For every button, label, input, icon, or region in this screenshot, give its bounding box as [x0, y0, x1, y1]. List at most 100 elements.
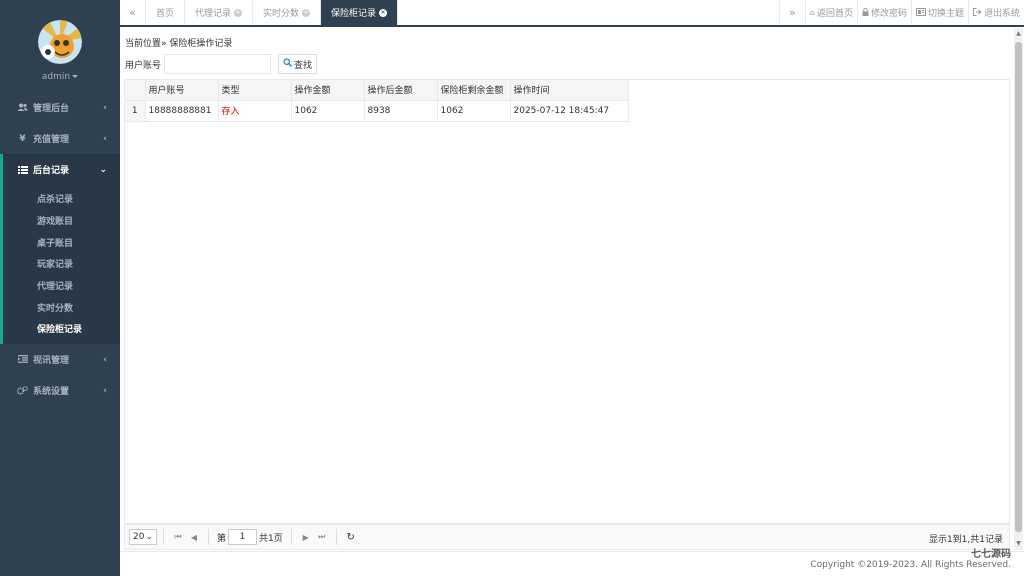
prev-page-icon: ◀ [190, 532, 198, 542]
avatar[interactable] [38, 20, 82, 64]
menu-label: 充值管理 [33, 135, 70, 145]
page-prefix: 第 [217, 533, 227, 544]
home-icon: ⌂ [809, 8, 815, 17]
tab-label: 实时分数 [263, 9, 300, 19]
page-number-input[interactable]: 1 [228, 529, 258, 545]
watermark-logo: 七七源码 [971, 549, 1011, 560]
submenu-item-agent-records[interactable]: 代理记录 [3, 275, 120, 297]
sidebar: admin 管理后台 ‹ ¥ 充值管理 ‹ 后台记录 ⌄ 点杀记录 游戏账目 桌… [0, 0, 120, 576]
chevron-left-icon: ‹ [103, 103, 107, 113]
menu-backend-records[interactable]: 后台记录 ⌄ [0, 154, 120, 185]
column-header-remaining[interactable]: 保险柜剩余金额 [437, 80, 511, 101]
sign-out-icon [972, 7, 982, 18]
search-row: 用户账号 查找 [125, 54, 318, 74]
copyright: Copyright ©2019-2023. All Rights Reserve… [810, 560, 1011, 570]
column-header-time[interactable]: 操作时间 [510, 80, 629, 101]
menu-label: 视讯管理 [33, 355, 70, 366]
logout-button[interactable]: 退出系统 [967, 0, 1024, 25]
last-page-button[interactable]: ⏭ [314, 529, 330, 545]
column-header-amount[interactable]: 操作金额 [291, 80, 365, 101]
tool-label: 退出系统 [983, 9, 1020, 19]
close-icon[interactable]: ✕ [379, 8, 388, 17]
records-grid: 用户账号 类型 操作金额 操作后金额 保险柜剩余金额 操作时间 1 188888… [124, 79, 1010, 524]
row-number-header [125, 80, 146, 101]
tool-label: 修改密码 [870, 9, 907, 19]
prev-page-button[interactable]: ◀ [186, 529, 202, 545]
tab-home[interactable]: 首页 [146, 0, 186, 25]
close-icon[interactable]: ✕ [302, 8, 311, 17]
gears-icon [17, 385, 28, 395]
menu-system-settings[interactable]: 系统设置 ‹ [0, 375, 120, 406]
main-content: 当前位置» 保险柜操作记录 用户账号 查找 用户账号 类型 操作金额 操作后金额… [120, 27, 1014, 551]
chevron-left-icon: ‹ [103, 354, 107, 365]
refresh-button[interactable]: ↻ [343, 529, 359, 545]
account-search-input[interactable] [164, 54, 272, 74]
next-page-button[interactable]: ▶ [298, 529, 314, 545]
back-home-button[interactable]: ⌂ 返回首页 [804, 0, 857, 25]
menu-label: 管理后台 [33, 104, 70, 114]
first-page-button[interactable]: ⏮ [170, 529, 186, 545]
submenu-item-game-accounts[interactable]: 游戏账目 [3, 210, 120, 232]
scrollbar-thumb[interactable] [1015, 42, 1022, 532]
divider [290, 529, 292, 545]
submenu-item-realtime-score[interactable]: 实时分数 [3, 296, 120, 318]
page-total: 共1页 [259, 533, 283, 544]
cell-time: 2025-07-12 18:45:47 [510, 100, 629, 122]
admin-username: admin [41, 72, 71, 82]
menu-label: 系统设置 [33, 386, 70, 397]
pagination-bar: 20 ⌄ ⏮ ◀ 第 1 共1页 ▶ ⏭ ↻ 显示1到1,共1记录 [124, 524, 1010, 550]
switch-theme-button[interactable]: 切换主题 [910, 0, 968, 25]
chevron-left-icon: ‹ [103, 385, 107, 396]
search-button-label: 查找 [294, 60, 313, 71]
tab-realtime-score[interactable]: 实时分数 ✕ [253, 0, 322, 25]
tool-label: 返回首页 [816, 9, 853, 19]
divider [163, 529, 164, 545]
table-row[interactable]: 1 18888888881 存入 1062 8938 1062 2025-07-… [125, 100, 629, 122]
cell-remaining: 1062 [437, 100, 511, 122]
search-label: 用户账号 [125, 60, 162, 71]
column-header-type[interactable]: 类型 [218, 80, 292, 101]
menu-label: 后台记录 [33, 166, 70, 176]
theme-icon [915, 7, 926, 18]
submenu-item-kill-records[interactable]: 点杀记录 [3, 188, 120, 210]
submenu-item-player-records[interactable]: 玩家记录 [3, 253, 120, 275]
users-icon [17, 103, 28, 112]
page-size-value: 20 [133, 532, 145, 542]
tab-safe-records[interactable]: 保险柜记录 ✕ [321, 0, 399, 25]
column-header-account[interactable]: 用户账号 [145, 80, 219, 101]
tabs-scroll-right-button[interactable]: » [778, 0, 805, 25]
cell-amount: 1062 [291, 100, 365, 122]
lock-icon [862, 7, 869, 18]
last-page-icon: ⏭ [318, 532, 326, 541]
tab-agent-records[interactable]: 代理记录 ✕ [185, 0, 254, 25]
admin-user-menu[interactable]: admin [0, 72, 120, 82]
submenu-item-table-accounts[interactable]: 桌子账目 [3, 231, 120, 253]
page-size-select[interactable]: 20 ⌄ [129, 529, 157, 545]
chevron-down-icon: ⌄ [145, 532, 153, 542]
next-page-icon: ▶ [302, 532, 309, 542]
change-password-button[interactable]: 修改密码 [856, 0, 911, 25]
page-scrollbar[interactable]: ▲ ▼ [1014, 28, 1023, 550]
search-button[interactable]: 查找 [278, 54, 318, 74]
chevron-down-icon: ⌄ [99, 165, 107, 175]
cell-type: 存入 [218, 100, 292, 122]
tabs-scroll-left-button[interactable]: « [120, 0, 146, 25]
profile: admin [0, 0, 120, 92]
tab-label: 首页 [156, 9, 175, 19]
caret-down-icon [72, 75, 79, 78]
chevron-left-icon: ‹ [103, 134, 107, 144]
tabs: 首页 代理记录 ✕ 实时分数 ✕ 保险柜记录 ✕ [146, 0, 779, 25]
scroll-down-icon[interactable]: ▼ [1015, 540, 1022, 548]
column-header-after[interactable]: 操作后金额 [364, 80, 438, 101]
menu-admin-backend[interactable]: 管理后台 ‹ [0, 92, 120, 123]
table-header-row: 用户账号 类型 操作金额 操作后金额 保险柜剩余金额 操作时间 [125, 80, 629, 101]
scroll-up-icon[interactable]: ▲ [1015, 30, 1022, 38]
submenu-item-safe-records[interactable]: 保险柜记录 [3, 318, 120, 340]
menu-recharge[interactable]: ¥ 充值管理 ‹ [0, 123, 120, 154]
footer: 七七源码 Copyright ©2019-2023. All Rights Re… [120, 549, 1024, 576]
cell-account: 18888888881 [145, 100, 219, 122]
tool-label: 切换主题 [927, 9, 964, 19]
close-icon[interactable]: ✕ [234, 8, 243, 17]
list-icon [17, 165, 28, 174]
menu-video-management[interactable]: 视讯管理 ‹ [0, 344, 120, 375]
